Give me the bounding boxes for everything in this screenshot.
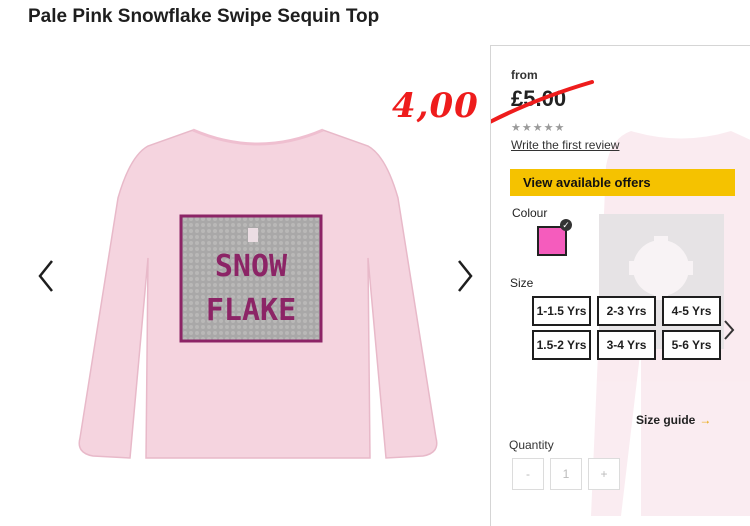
chevron-left-icon <box>38 260 53 292</box>
original-price: £5.00 <box>511 86 567 111</box>
size-option-5-6[interactable]: 5-6 Yrs <box>662 330 721 360</box>
colour-label: Colour <box>512 206 548 220</box>
quantity-input[interactable]: 1 <box>550 458 582 490</box>
gallery-prev-button[interactable] <box>35 258 59 294</box>
size-option-1-5-2[interactable]: 1.5-2 Yrs <box>532 330 591 360</box>
gallery-next-button[interactable] <box>452 258 476 294</box>
colour-swatch-pink[interactable] <box>537 226 567 256</box>
sequin-text-flake: FLAKE <box>206 293 296 328</box>
write-review-link[interactable]: Write the first review <box>511 138 619 152</box>
handwritten-new-price: 4,00 <box>392 86 479 126</box>
size-label: Size <box>510 276 534 290</box>
quantity-decrease-button[interactable]: - <box>512 458 544 490</box>
size-guide-label: Size guide <box>636 413 696 427</box>
size-option-3-4[interactable]: 3-4 Yrs <box>597 330 656 360</box>
product-options-panel: from £5.00 ★★★★★ Write the first review … <box>490 45 750 526</box>
chevron-right-icon <box>458 260 473 292</box>
product-image: SNOW FLAKE <box>68 108 448 468</box>
rating-stars: ★★★★★ <box>511 122 566 134</box>
size-option-4-5[interactable]: 4-5 Yrs <box>662 296 721 326</box>
quantity-increase-button[interactable]: + <box>588 458 620 490</box>
size-scroll-right-icon[interactable] <box>721 318 737 342</box>
view-offers-button[interactable]: View available offers <box>510 169 735 196</box>
size-option-2-3[interactable]: 2-3 Yrs <box>597 296 656 326</box>
sequin-text-snow: SNOW <box>215 249 288 284</box>
size-option-1-1-5[interactable]: 1-1.5 Yrs <box>532 296 591 326</box>
product-title: Pale Pink Snowflake Swipe Sequin Top <box>28 6 380 27</box>
quantity-label: Quantity <box>509 438 554 452</box>
from-label: from <box>511 68 538 82</box>
arrow-right-icon: → <box>699 413 712 427</box>
size-guide-link[interactable]: Size guide → <box>636 413 711 427</box>
check-icon: ✓ <box>560 219 572 231</box>
